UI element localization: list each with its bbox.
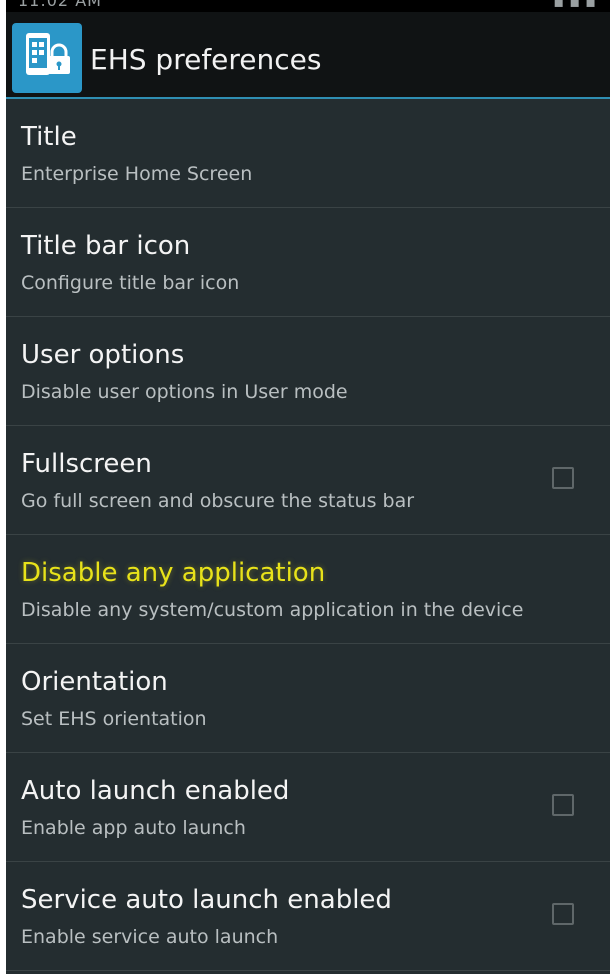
pref-fullscreen-label: Fullscreen	[21, 449, 152, 479]
fullscreen-checkbox[interactable]	[552, 467, 574, 489]
pref-orientation-summary: Set EHS orientation	[21, 708, 207, 730]
status-bar-clock: 11:02 AM	[18, 0, 102, 10]
pref-title-bar-icon-summary: Configure title bar icon	[21, 272, 240, 294]
service-auto-launch-checkbox[interactable]	[552, 903, 574, 925]
pref-auto-launch-enabled-label: Auto launch enabled	[21, 776, 290, 806]
pref-service-auto-launch-enabled[interactable]: Service auto launch enabled Enable servi…	[6, 862, 610, 971]
pref-title-bar-icon-label: Title bar icon	[21, 231, 191, 261]
pref-disable-any-application[interactable]: Disable any application Disable any syst…	[6, 535, 610, 644]
pref-fullscreen-summary: Go full screen and obscure the status ba…	[21, 490, 415, 512]
pref-orientation-label: Orientation	[21, 667, 168, 697]
page-title: EHS preferences	[90, 43, 322, 76]
pref-disable-any-application-label: Disable any application	[21, 558, 326, 588]
device-lock-icon[interactable]	[12, 23, 82, 93]
pref-title-label: Title	[21, 122, 77, 152]
pref-disable-any-application-summary: Disable any system/custom application in…	[21, 599, 524, 621]
pref-service-auto-launch-enabled-label: Service auto launch enabled	[21, 885, 392, 915]
pref-title[interactable]: Title Enterprise Home Screen	[6, 99, 610, 208]
preferences-list: Title Enterprise Home Screen Title bar i…	[6, 99, 610, 971]
pref-user-options-label: User options	[21, 340, 185, 370]
pref-auto-launch-enabled[interactable]: Auto launch enabled Enable app auto laun…	[6, 753, 610, 862]
status-bar: 11:02 AM ▪ ▪ ▪	[6, 0, 610, 12]
action-bar: EHS preferences	[6, 12, 610, 99]
pref-orientation[interactable]: Orientation Set EHS orientation	[6, 644, 610, 753]
pref-user-options-summary: Disable user options in User mode	[21, 381, 348, 403]
ehs-preferences-screen: 11:02 AM ▪ ▪ ▪ EHS preferences Title Ent…	[6, 0, 610, 974]
pref-auto-launch-enabled-summary: Enable app auto launch	[21, 817, 246, 839]
auto-launch-checkbox[interactable]	[552, 794, 574, 816]
status-bar-icons: ▪ ▪ ▪	[553, 0, 596, 11]
pref-user-options[interactable]: User options Disable user options in Use…	[6, 317, 610, 426]
pref-fullscreen[interactable]: Fullscreen Go full screen and obscure th…	[6, 426, 610, 535]
pref-title-summary: Enterprise Home Screen	[21, 163, 253, 185]
pref-service-auto-launch-enabled-summary: Enable service auto launch	[21, 926, 279, 948]
pref-title-bar-icon[interactable]: Title bar icon Configure title bar icon	[6, 208, 610, 317]
